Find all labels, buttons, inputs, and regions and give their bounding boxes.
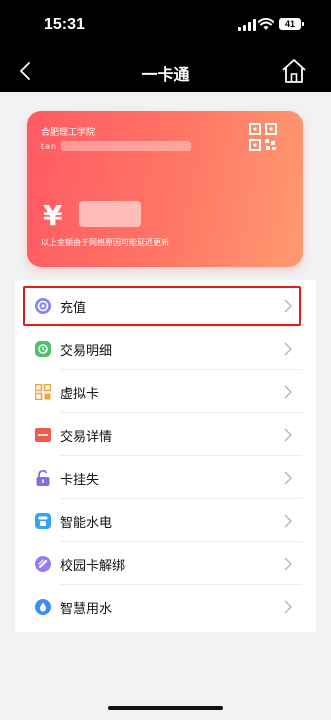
home-icon[interactable] — [280, 57, 308, 85]
chevron-right-icon — [284, 385, 292, 399]
function-menu: 充值 交易明细 虚拟卡 交易详情 卡挂失 智能水电 校园卡解绑 智慧用水 — [15, 280, 316, 632]
transaction-details-icon — [35, 341, 51, 357]
account-redacted — [61, 141, 191, 151]
chevron-right-icon — [284, 514, 292, 528]
status-bar: 15:31 41 — [0, 0, 331, 50]
menu-item-label: 交易详情 — [60, 430, 113, 445]
virtual-card-icon — [35, 384, 51, 400]
menu-item-transaction-info[interactable]: 交易详情 — [15, 413, 316, 456]
menu-item-transaction-details[interactable]: 交易明细 — [15, 327, 316, 370]
wifi-icon — [258, 17, 274, 30]
menu-item-unbind-card[interactable]: 校园卡解绑 — [15, 542, 316, 585]
balance-redacted — [79, 201, 141, 227]
highlight-box — [23, 286, 301, 326]
signal-icon — [238, 19, 256, 31]
qr-code-icon[interactable] — [249, 123, 277, 151]
nav-bar: 一卡通 — [0, 50, 331, 92]
water-icon — [35, 599, 51, 615]
chevron-right-icon — [284, 428, 292, 442]
menu-item-virtual-card[interactable]: 虚拟卡 — [15, 370, 316, 413]
chevron-right-icon — [284, 600, 292, 614]
menu-item-smart-water[interactable]: 智慧用水 — [15, 585, 316, 628]
menu-item-label: 交易明细 — [60, 344, 113, 359]
card-school-name: 合肥理工学院 — [41, 128, 96, 138]
chevron-right-icon — [284, 557, 292, 571]
chevron-right-icon — [284, 342, 292, 356]
menu-item-report-loss[interactable]: 卡挂失 — [15, 456, 316, 499]
lock-icon — [36, 470, 50, 486]
menu-item-label: 卡挂失 — [60, 473, 100, 488]
unbind-icon — [35, 556, 51, 572]
utilities-icon — [35, 513, 51, 529]
home-indicator — [108, 706, 223, 710]
status-time: 15:31 — [44, 16, 85, 33]
battery-icon: 41 — [279, 18, 304, 30]
currency-symbol: ¥ — [43, 199, 63, 232]
menu-item-label: 智慧用水 — [60, 602, 113, 617]
campus-card[interactable]: 合肥理工学院 tan ¥ 以上金额由于网络原因可能延迟更新 — [27, 111, 303, 267]
card-account: tan — [41, 142, 58, 151]
menu-item-label: 智能水电 — [60, 516, 113, 531]
balance-note: 以上金额由于网络原因可能延迟更新 — [41, 238, 169, 247]
menu-item-label: 校园卡解绑 — [60, 559, 126, 574]
card-balance: ¥ — [43, 199, 62, 232]
chevron-right-icon — [284, 471, 292, 485]
menu-item-label: 虚拟卡 — [60, 387, 100, 402]
transaction-info-icon — [35, 428, 51, 442]
menu-item-smart-utilities[interactable]: 智能水电 — [15, 499, 316, 542]
